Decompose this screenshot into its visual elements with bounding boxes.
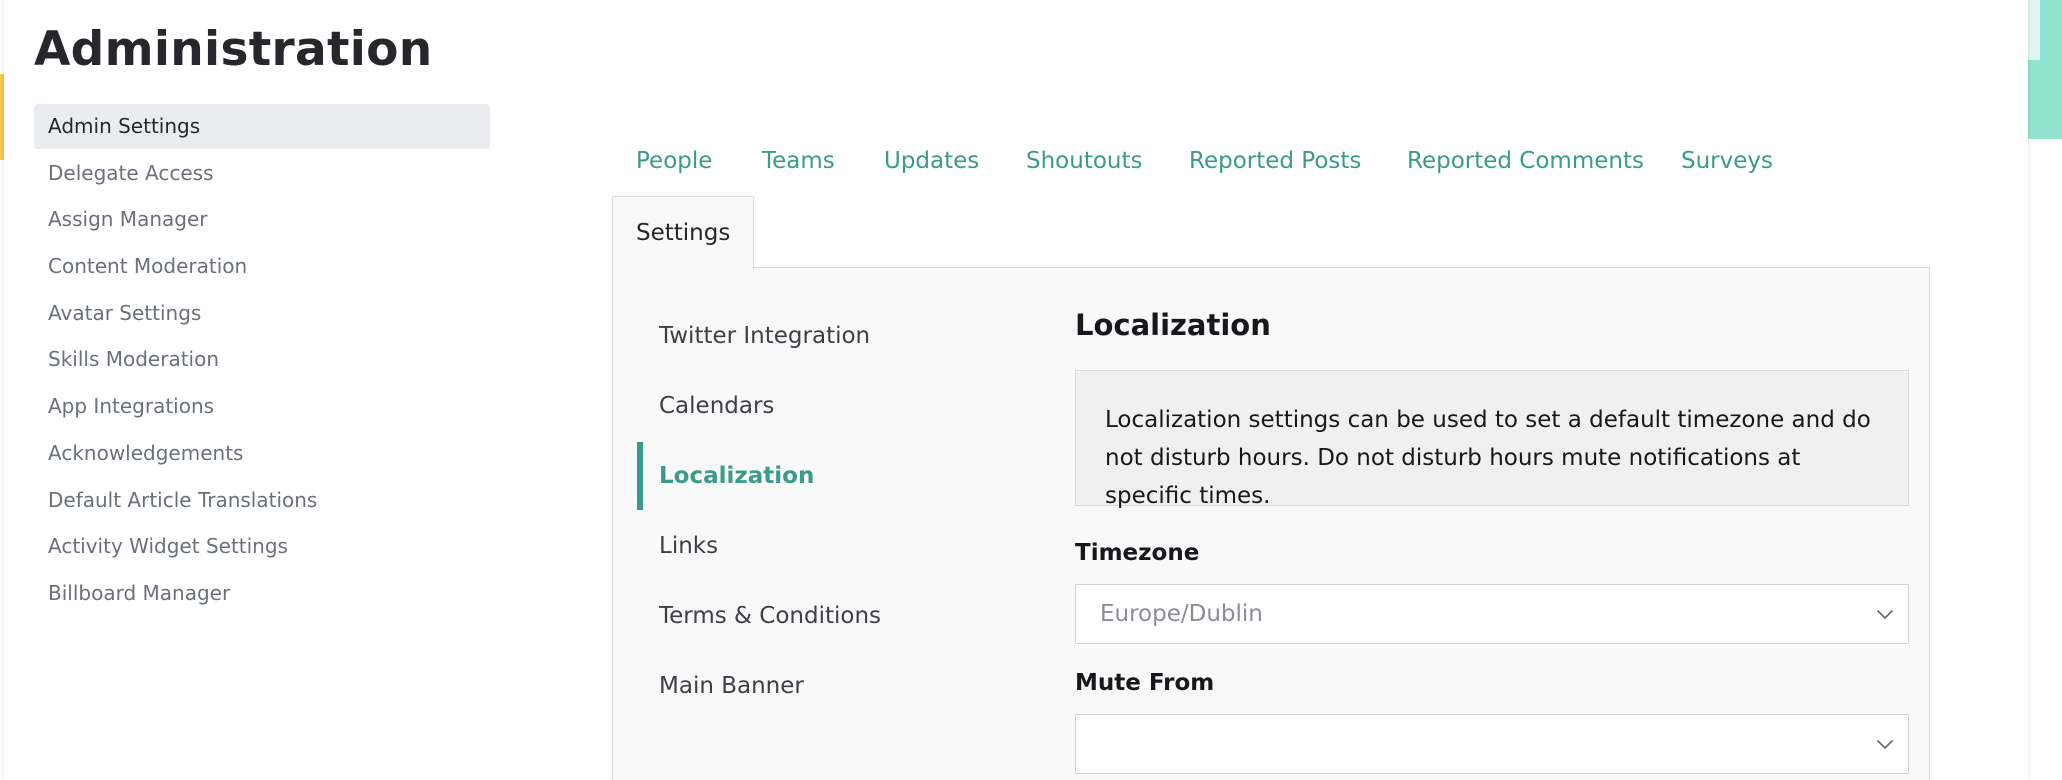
sidebar-item-admin-settings[interactable]: Admin Settings xyxy=(34,104,490,149)
tab-reported-comments[interactable]: Reported Comments xyxy=(1407,148,1644,174)
settings-nav-links[interactable]: Links xyxy=(637,512,957,580)
tab-people[interactable]: People xyxy=(636,148,712,174)
settings-nav-label: Calendars xyxy=(659,393,775,419)
page-title: Administration xyxy=(34,22,433,77)
sidebar-item-skills-moderation[interactable]: Skills Moderation xyxy=(34,337,490,382)
sidebar-item-billboard-manager[interactable]: Billboard Manager xyxy=(34,571,490,616)
tab-teams[interactable]: Teams xyxy=(762,148,835,174)
settings-panel: Twitter Integration Calendars Localizati… xyxy=(612,267,1930,780)
settings-subnav: Twitter Integration Calendars Localizati… xyxy=(637,302,957,722)
sidebar-item-assign-manager[interactable]: Assign Manager xyxy=(34,197,490,242)
main-card: Administration Admin Settings Delegate A… xyxy=(4,0,2028,780)
timezone-select[interactable]: Europe/Dublin xyxy=(1075,584,1909,644)
sidebar-item-default-article-translations[interactable]: Default Article Translations xyxy=(34,478,490,523)
description-box: Localization settings can be used to set… xyxy=(1075,370,1909,509)
sidebar-item-acknowledgements[interactable]: Acknowledgements xyxy=(34,431,490,476)
sidebar-item-app-integrations[interactable]: App Integrations xyxy=(34,384,490,429)
settings-nav-label: Twitter Integration xyxy=(659,323,871,349)
admin-sidebar: Admin Settings Delegate Access Assign Ma… xyxy=(34,104,490,618)
description-text: Localization settings can be used to set… xyxy=(1105,407,1871,509)
mute-from-select[interactable] xyxy=(1075,714,1909,774)
sidebar-item-delegate-access[interactable]: Delegate Access xyxy=(34,151,490,196)
mute-from-label: Mute From xyxy=(1075,670,1215,696)
settings-nav-calendars[interactable]: Calendars xyxy=(637,372,957,440)
localization-section: Localization Localization settings can b… xyxy=(1075,308,1909,774)
active-indicator xyxy=(637,442,643,510)
settings-nav-main-banner[interactable]: Main Banner xyxy=(637,652,957,720)
timezone-value: Europe/Dublin xyxy=(1100,601,1263,627)
settings-nav-label: Main Banner xyxy=(659,673,804,699)
sidebar-item-content-moderation[interactable]: Content Moderation xyxy=(34,244,490,289)
chevron-down-icon xyxy=(1877,740,1893,749)
tab-updates[interactable]: Updates xyxy=(884,148,979,174)
settings-nav-localization[interactable]: Localization xyxy=(637,442,957,510)
settings-nav-label: Terms & Conditions xyxy=(659,603,882,629)
tab-settings[interactable]: Settings xyxy=(612,196,755,269)
chevron-down-icon xyxy=(1877,610,1893,619)
sidebar-item-activity-widget-settings[interactable]: Activity Widget Settings xyxy=(34,524,490,569)
tab-reported-posts[interactable]: Reported Posts xyxy=(1189,148,1361,174)
settings-nav-terms-conditions[interactable]: Terms & Conditions xyxy=(637,582,957,650)
settings-nav-label: Localization xyxy=(659,463,815,489)
settings-nav-label: Links xyxy=(659,533,719,559)
section-title: Localization xyxy=(1075,308,1271,342)
sidebar-item-avatar-settings[interactable]: Avatar Settings xyxy=(34,291,490,336)
tab-surveys[interactable]: Surveys xyxy=(1681,148,1773,174)
timezone-label: Timezone xyxy=(1075,540,1200,566)
settings-nav-twitter-integration[interactable]: Twitter Integration xyxy=(637,302,957,370)
tab-shoutouts[interactable]: Shoutouts xyxy=(1026,148,1143,174)
app-frame: Administration Admin Settings Delegate A… xyxy=(0,0,2062,780)
